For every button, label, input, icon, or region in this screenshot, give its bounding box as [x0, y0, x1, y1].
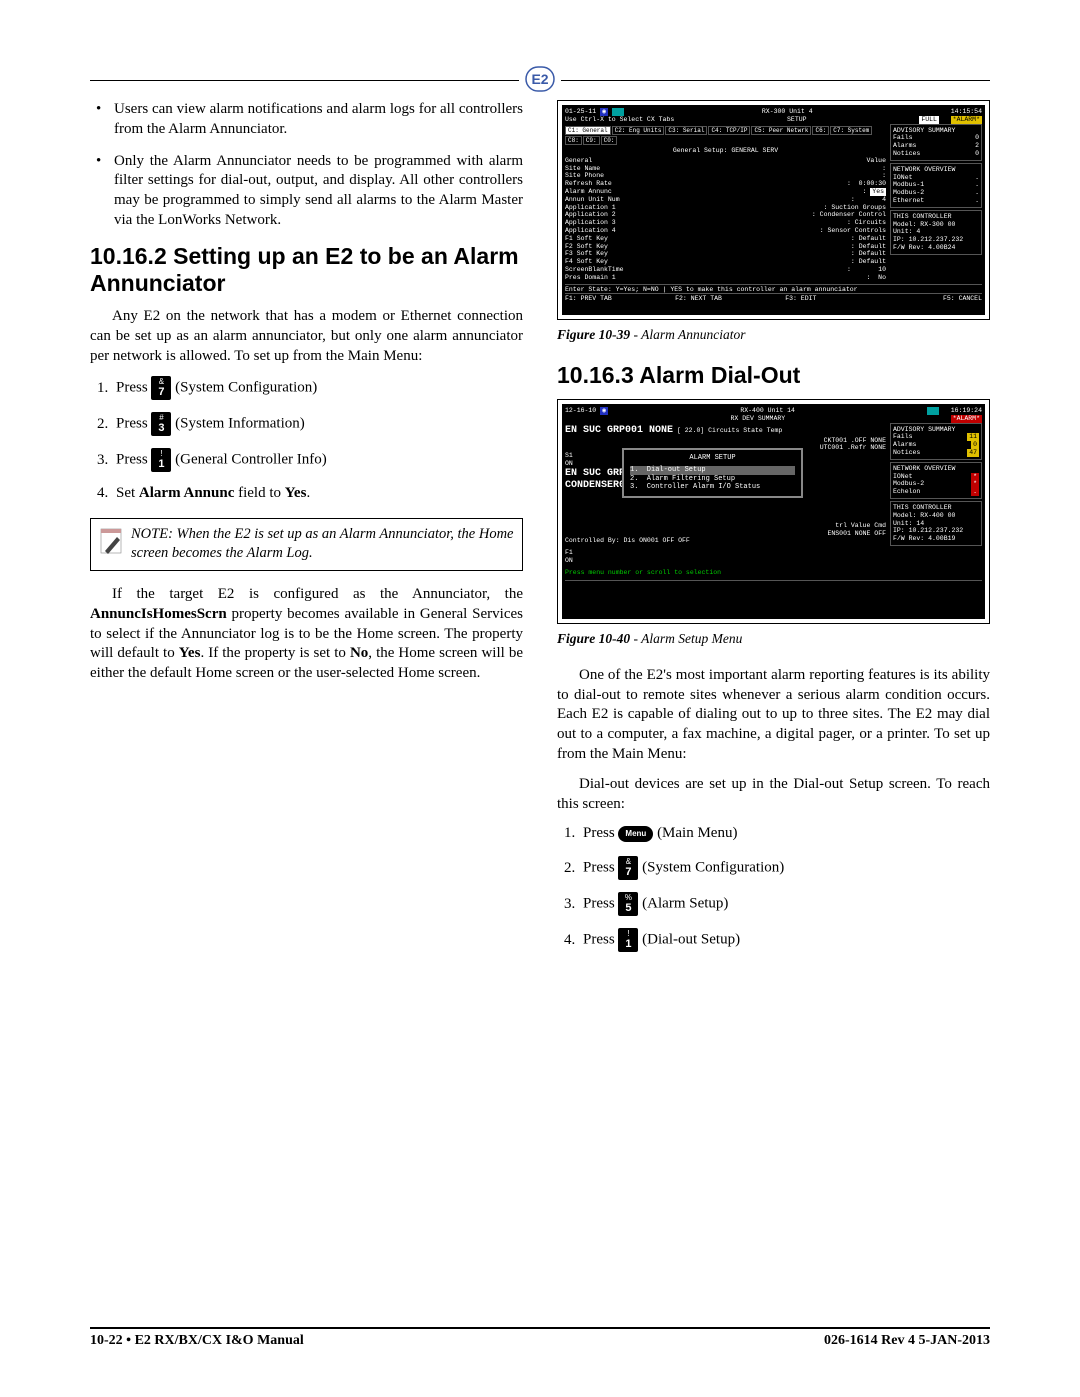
- bullet-item: Only the Alarm Annunciator needs to be p…: [96, 152, 523, 231]
- paragraph: Any E2 on the network that has a modem o…: [90, 307, 523, 366]
- section-heading-10-16-2: 10.16.2 Setting up an E2 to be an Alarm …: [90, 243, 523, 297]
- step: Press #3 (System Information): [112, 412, 523, 436]
- note-icon: [99, 525, 131, 564]
- keypad-key-icon: !1: [618, 928, 638, 952]
- step: Press &7 (System Configuration): [579, 856, 990, 880]
- step: Press !1 (General Controller Info): [112, 448, 523, 472]
- keypad-key-icon: %5: [618, 892, 638, 916]
- paragraph: One of the E2's most important alarm rep…: [557, 666, 990, 765]
- svg-text:E2: E2: [531, 71, 548, 87]
- keypad-key-icon: !1: [151, 448, 171, 472]
- section-heading-10-16-3: 10.16.3 Alarm Dial-Out: [557, 362, 990, 389]
- figure-10-39: 01-25-11 ◉ RX-300 Unit 414:15:54 Use Ctr…: [557, 100, 990, 320]
- footer-right: 026-1614 Rev 4 5-JAN-2013: [824, 1333, 990, 1349]
- figure-caption: Figure 10-39 - Alarm Annunciator: [557, 326, 990, 344]
- note-callout: NOTE: When the E2 is set up as an Alarm …: [90, 518, 523, 571]
- figure-10-40: 12-16-10 ◉RX-400 Unit 14 16:19:24 RX DEV…: [557, 399, 990, 624]
- bullet-item: Users can view alarm notifications and a…: [96, 100, 523, 140]
- page-header-divider: E2: [90, 60, 990, 90]
- page-footer: 10-22 • E2 RX/BX/CX I&O Manual 026-1614 …: [90, 1327, 990, 1349]
- brand-logo-icon: E2: [519, 66, 561, 92]
- step: Press &7 (System Configuration): [112, 376, 523, 400]
- setup-steps: Press &7 (System Configuration) Press #3…: [112, 376, 523, 504]
- footer-left: 10-22 • E2 RX/BX/CX I&O Manual: [90, 1333, 304, 1349]
- dialout-steps: Press Menu (Main Menu) Press &7 (System …: [579, 824, 990, 952]
- keypad-key-icon: &7: [618, 856, 638, 880]
- alarm-setup-popup: ALARM SETUP 1. Dial-out Setup2. Alarm Fi…: [622, 448, 803, 498]
- menu-key-icon: Menu: [618, 826, 653, 842]
- keypad-key-icon: #3: [151, 412, 171, 436]
- figure-caption: Figure 10-40 - Alarm Setup Menu: [557, 630, 990, 648]
- paragraph: Dial-out devices are set up in the Dial-…: [557, 775, 990, 815]
- note-text: NOTE: When the E2 is set up as an Alarm …: [131, 525, 514, 563]
- terminal-screenshot: 01-25-11 ◉ RX-300 Unit 414:15:54 Use Ctr…: [562, 105, 985, 315]
- step: Set Alarm Annunc field to Yes.: [112, 484, 523, 504]
- terminal-screenshot: 12-16-10 ◉RX-400 Unit 14 16:19:24 RX DEV…: [562, 404, 985, 619]
- keypad-key-icon: &7: [151, 376, 171, 400]
- step: Press !1 (Dial-out Setup): [579, 928, 990, 952]
- step: Press Menu (Main Menu): [579, 824, 990, 844]
- feature-bullets: Users can view alarm notifications and a…: [96, 100, 523, 231]
- paragraph: If the target E2 is configured as the An…: [90, 585, 523, 684]
- step: Press %5 (Alarm Setup): [579, 892, 990, 916]
